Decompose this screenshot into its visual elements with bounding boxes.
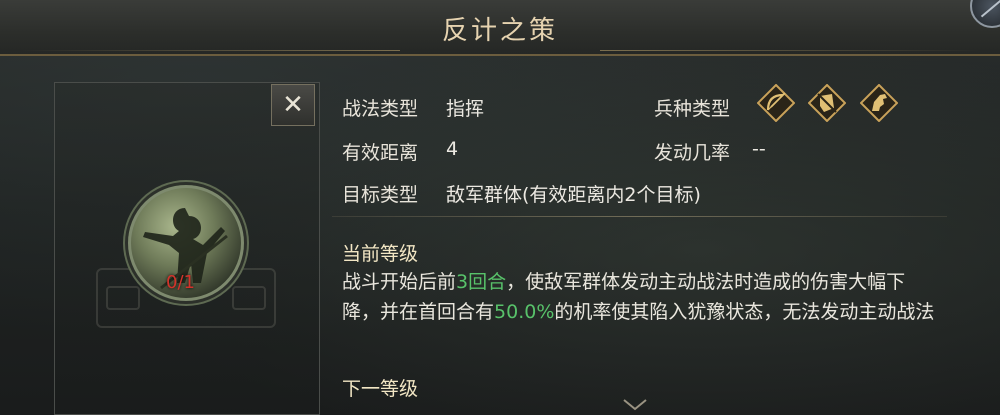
window-title: 反计之策 (441, 16, 558, 46)
range-label: 有效距离 (342, 142, 419, 164)
section-divider (332, 216, 947, 217)
range-value: 4 (446, 138, 459, 160)
tactic-level: 0/1 (166, 272, 195, 293)
current-level-title: 当前等级 (342, 243, 419, 265)
horse-cavalry-icon (860, 84, 898, 122)
trigger-rate-label: 发动几率 (654, 142, 731, 164)
trigger-rate-value: -- (752, 138, 766, 160)
title-line-right (600, 50, 980, 51)
desc-text-3: 的机率使其陷入犹豫状态，无法发动主动战法 (554, 301, 935, 323)
current-level-description: 战斗开始后前3回合，使敌军群体发动主动战法时造成的伤害大幅下降，并在首回合有50… (342, 267, 942, 327)
shield-infantry-icon (808, 84, 846, 122)
close-button[interactable]: ✕ (271, 84, 315, 126)
next-level-title: 下一等级 (342, 378, 419, 400)
tactic-type-value: 指挥 (446, 98, 485, 120)
target-type-label: 目标类型 (342, 184, 419, 206)
target-type-value: 敌军群体(有效距离内2个目标) (446, 184, 701, 206)
desc-highlight-rate: 50.0% (494, 301, 555, 323)
tactic-type-label: 战法类型 (342, 98, 419, 120)
desc-text-1: 战斗开始后前 (342, 271, 457, 293)
title-bar: 反计之策 (0, 0, 1000, 56)
chevron-down-icon[interactable] (622, 398, 648, 412)
bow-archer-icon (757, 84, 795, 122)
title-line-left (20, 50, 400, 51)
troop-type-label: 兵种类型 (654, 98, 731, 120)
desc-highlight-rounds: 3回合 (456, 271, 507, 293)
